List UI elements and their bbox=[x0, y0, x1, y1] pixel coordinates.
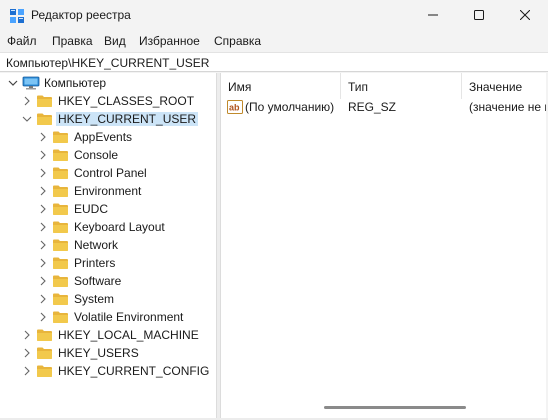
tree-item-label: HKEY_USERS bbox=[58, 346, 139, 360]
folder-icon bbox=[37, 365, 52, 377]
column-header-type[interactable]: Тип bbox=[341, 73, 462, 99]
maximize-button[interactable] bbox=[456, 0, 502, 30]
value-type: REG_SZ bbox=[348, 100, 397, 114]
tree-item-label: Network bbox=[74, 238, 119, 252]
tree-item-label: Console bbox=[74, 148, 119, 162]
string-value-icon: ab bbox=[227, 100, 243, 114]
tree-item-console[interactable]: Console bbox=[0, 146, 216, 164]
folder-icon bbox=[53, 149, 68, 161]
folder-icon bbox=[53, 131, 68, 143]
tree-item-label: HKEY_CURRENT_CONFIG bbox=[58, 364, 210, 378]
folder-icon bbox=[37, 95, 52, 107]
tree-item-label: Keyboard Layout bbox=[74, 220, 165, 234]
chevron-right-icon[interactable] bbox=[38, 222, 48, 232]
tree-item-label: System bbox=[74, 292, 115, 306]
column-header-name[interactable]: Имя bbox=[221, 73, 341, 99]
folder-icon bbox=[53, 239, 68, 251]
folder-icon bbox=[53, 257, 68, 269]
folder-icon bbox=[53, 185, 68, 197]
value-data: (значение не присвоено) bbox=[469, 100, 546, 114]
column-header-data[interactable]: Значение bbox=[462, 73, 546, 99]
tree-item-hkey-current-user[interactable]: HKEY_CURRENT_USER bbox=[0, 110, 216, 128]
tree-pane[interactable]: Компьютер HKEY_CLASSES_ROOT HKEY_CURRENT_… bbox=[0, 73, 216, 418]
chevron-down-icon[interactable] bbox=[22, 114, 32, 124]
tree-item-hkey-current-config[interactable]: HKEY_CURRENT_CONFIG bbox=[0, 362, 216, 380]
tree-item-software[interactable]: Software bbox=[0, 272, 216, 290]
minimize-icon bbox=[428, 14, 438, 16]
folder-icon bbox=[53, 311, 68, 323]
tree-item-control-panel[interactable]: Control Panel bbox=[0, 164, 216, 182]
chevron-right-icon[interactable] bbox=[38, 240, 48, 250]
registry-editor-icon bbox=[10, 9, 24, 23]
tree-item-hkey-users[interactable]: HKEY_USERS bbox=[0, 344, 216, 362]
tree-item-environment[interactable]: Environment bbox=[0, 182, 216, 200]
tree-item-computer[interactable]: Компьютер bbox=[0, 74, 216, 92]
chevron-right-icon[interactable] bbox=[38, 204, 48, 214]
close-button[interactable] bbox=[502, 0, 548, 30]
menu-view[interactable]: Вид bbox=[104, 34, 126, 48]
tree-item-keyboard-layout[interactable]: Keyboard Layout bbox=[0, 218, 216, 236]
chevron-right-icon[interactable] bbox=[38, 186, 48, 196]
tree-item-label: HKEY_LOCAL_MACHINE bbox=[58, 328, 199, 342]
tree-item-label: Software bbox=[74, 274, 122, 288]
menu-favorites[interactable]: Избранное bbox=[139, 34, 200, 48]
minimize-button[interactable] bbox=[410, 0, 456, 30]
values-pane[interactable]: Имя Тип Значение ab (По умолчанию) REG_S… bbox=[221, 73, 546, 418]
chevron-right-icon[interactable] bbox=[22, 96, 32, 106]
menu-bar: Файл Правка Вид Избранное Справка bbox=[0, 30, 548, 52]
close-icon bbox=[520, 10, 530, 20]
value-row-default[interactable]: ab (По умолчанию) REG_SZ (значение не пр… bbox=[221, 98, 546, 116]
tree-item-label: HKEY_CLASSES_ROOT bbox=[58, 94, 195, 108]
tree-item-label: Компьютер bbox=[44, 76, 107, 90]
folder-icon bbox=[37, 347, 52, 359]
tree-item-eudc[interactable]: EUDC bbox=[0, 200, 216, 218]
folder-icon bbox=[53, 275, 68, 287]
chevron-right-icon[interactable] bbox=[22, 366, 32, 376]
tree-item-printers[interactable]: Printers bbox=[0, 254, 216, 272]
chevron-right-icon[interactable] bbox=[22, 348, 32, 358]
tree-item-volatile-environment[interactable]: Volatile Environment bbox=[0, 308, 216, 326]
folder-icon bbox=[53, 221, 68, 233]
window-title: Редактор реестра bbox=[31, 8, 131, 22]
tree-item-label: AppEvents bbox=[74, 130, 133, 144]
chevron-right-icon[interactable] bbox=[38, 150, 48, 160]
computer-icon bbox=[22, 76, 40, 90]
chevron-right-icon[interactable] bbox=[38, 312, 48, 322]
tree-item-label: Printers bbox=[74, 256, 116, 270]
chevron-down-icon[interactable] bbox=[8, 78, 18, 88]
folder-icon bbox=[53, 167, 68, 179]
tree-item-network[interactable]: Network bbox=[0, 236, 216, 254]
chevron-right-icon[interactable] bbox=[38, 132, 48, 142]
address-path[interactable]: Компьютер\HKEY_CURRENT_USER bbox=[6, 56, 209, 70]
address-bar[interactable]: Компьютер\HKEY_CURRENT_USER bbox=[0, 52, 548, 72]
chevron-right-icon[interactable] bbox=[38, 294, 48, 304]
tree-item-label: Control Panel bbox=[74, 166, 147, 180]
value-name: (По умолчанию) bbox=[245, 100, 335, 114]
chevron-right-icon[interactable] bbox=[38, 258, 48, 268]
tree-item-label: Volatile Environment bbox=[74, 310, 184, 324]
menu-edit[interactable]: Правка bbox=[52, 34, 93, 48]
horizontal-scrollbar[interactable] bbox=[221, 400, 546, 414]
chevron-right-icon[interactable] bbox=[38, 276, 48, 286]
folder-icon bbox=[37, 329, 52, 341]
folder-icon bbox=[53, 293, 68, 305]
tree-item-hkey-local-machine[interactable]: HKEY_LOCAL_MACHINE bbox=[0, 326, 216, 344]
tree-item-label: EUDC bbox=[74, 202, 109, 216]
title-bar[interactable]: Редактор реестра bbox=[0, 0, 548, 30]
menu-help[interactable]: Справка bbox=[214, 34, 261, 48]
tree-item-label: HKEY_CURRENT_USER bbox=[56, 112, 199, 126]
tree-item-appevents[interactable]: AppEvents bbox=[0, 128, 216, 146]
folder-icon bbox=[37, 113, 52, 125]
maximize-icon bbox=[474, 10, 484, 20]
chevron-right-icon[interactable] bbox=[38, 168, 48, 178]
scrollbar-thumb[interactable] bbox=[324, 406, 466, 409]
tree-item-label: Environment bbox=[74, 184, 142, 198]
menu-file[interactable]: Файл bbox=[7, 34, 37, 48]
chevron-right-icon[interactable] bbox=[22, 330, 32, 340]
svg-text:ab: ab bbox=[229, 103, 240, 113]
tree-item-hkey-classes-root[interactable]: HKEY_CLASSES_ROOT bbox=[0, 92, 216, 110]
tree-item-system[interactable]: System bbox=[0, 290, 216, 308]
folder-icon bbox=[53, 203, 68, 215]
